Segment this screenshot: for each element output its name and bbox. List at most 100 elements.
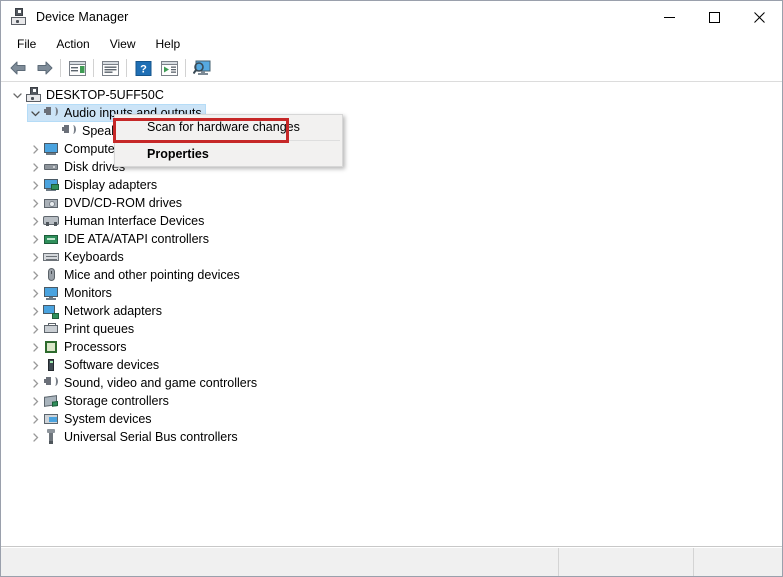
- chevron-right-icon[interactable]: [27, 374, 43, 392]
- status-bar: [1, 547, 782, 576]
- svg-text:?: ?: [140, 63, 147, 75]
- chevron-right-icon[interactable]: [27, 158, 43, 176]
- help-button[interactable]: ?: [130, 56, 156, 80]
- tree-row-label: Network adapters: [64, 304, 162, 318]
- update-driver-button[interactable]: [156, 56, 182, 80]
- tree-row-root[interactable]: DESKTOP-5UFF50C: [1, 86, 782, 104]
- tree-row-storage-controllers[interactable]: Storage controllers: [1, 392, 782, 410]
- monitor-icon: [43, 285, 59, 301]
- tree-row-display-adapters[interactable]: Display adapters: [1, 176, 782, 194]
- tree-row-mice-and-other-pointing-devices[interactable]: Mice and other pointing devices: [1, 266, 782, 284]
- chevron-right-icon[interactable]: [27, 266, 43, 284]
- menu-item-view[interactable]: View: [100, 35, 146, 53]
- window-controls: [647, 1, 782, 33]
- menu-item-action[interactable]: Action: [46, 35, 99, 53]
- title-bar: Device Manager: [1, 1, 782, 33]
- software-device-icon: [43, 357, 59, 373]
- tree-row-label: IDE ATA/ATAPI controllers: [64, 232, 209, 246]
- context-menu-item-properties[interactable]: Properties: [115, 142, 342, 166]
- chevron-right-icon[interactable]: [27, 194, 43, 212]
- forward-button[interactable]: [31, 56, 57, 80]
- tree-row-label: System devices: [64, 412, 152, 426]
- chevron-right-icon[interactable]: [27, 230, 43, 248]
- tree-row-label: Human Interface Devices: [64, 214, 205, 228]
- tree-row-label: Storage controllers: [64, 394, 169, 408]
- tree-row-label: Processors: [64, 340, 127, 354]
- tree-row-keyboards[interactable]: Keyboards: [1, 248, 782, 266]
- show-hidden-devices-button[interactable]: [97, 56, 123, 80]
- tree-row-network-adapters[interactable]: Network adapters: [1, 302, 782, 320]
- chevron-right-icon[interactable]: [27, 320, 43, 338]
- back-button[interactable]: [5, 56, 31, 80]
- chevron-right-icon[interactable]: [27, 302, 43, 320]
- menu-item-help[interactable]: Help: [146, 35, 191, 53]
- menu-item-file[interactable]: File: [7, 35, 46, 53]
- chevron-right-icon[interactable]: [27, 176, 43, 194]
- display-adapter-icon: [43, 177, 59, 193]
- tree-row-label: Mice and other pointing devices: [64, 268, 240, 282]
- chevron-right-icon[interactable]: [27, 284, 43, 302]
- menu-bar: File Action View Help: [1, 33, 782, 55]
- system-device-icon: [43, 411, 59, 427]
- chevron-right-icon[interactable]: [27, 212, 43, 230]
- toolbar-separator: [185, 59, 186, 77]
- monitor-icon: [43, 141, 59, 157]
- network-adapter-icon: [43, 303, 59, 319]
- tree-row-dvd-cd-rom-drives[interactable]: DVD/CD-ROM drives: [1, 194, 782, 212]
- tree-row-software-devices[interactable]: Software devices: [1, 356, 782, 374]
- context-menu-item-scan-for-hardware-changes[interactable]: Scan for hardware changes: [115, 115, 342, 139]
- processor-icon: [43, 339, 59, 355]
- status-panel-1: [1, 548, 559, 576]
- toolbar-separator: [60, 59, 61, 77]
- storage-controller-icon: [43, 393, 59, 409]
- properties-button[interactable]: [64, 56, 90, 80]
- hid-icon: [43, 213, 59, 229]
- tree-row-label: Print queues: [64, 322, 135, 336]
- tree-row-label: Monitors: [64, 286, 112, 300]
- keyboard-icon: [43, 249, 59, 265]
- tree-row-print-queues[interactable]: Print queues: [1, 320, 782, 338]
- tree-row-human-interface-devices[interactable]: Human Interface Devices: [1, 212, 782, 230]
- tree-row-universal-serial-bus-controllers[interactable]: Universal Serial Bus controllers: [1, 428, 782, 446]
- tree-row-system-devices[interactable]: System devices: [1, 410, 782, 428]
- chevron-down-icon[interactable]: [9, 86, 25, 104]
- chevron-right-icon[interactable]: [27, 140, 43, 158]
- maximize-button[interactable]: [692, 1, 737, 33]
- tree-row-label: Universal Serial Bus controllers: [64, 430, 238, 444]
- mouse-icon: [43, 267, 59, 283]
- toolbar-separator: [93, 59, 94, 77]
- ide-controller-icon: [43, 231, 59, 247]
- chevron-right-icon[interactable]: [27, 248, 43, 266]
- speaker-icon: [43, 105, 59, 121]
- tree-leaf-spacer: [45, 122, 61, 140]
- speaker-icon: [61, 123, 77, 139]
- device-tree-panel[interactable]: DESKTOP-5UFF50C Audio inputs and outputs: [1, 82, 782, 547]
- chevron-right-icon[interactable]: [27, 392, 43, 410]
- tree-row-sound-video-and-game-controllers[interactable]: Sound, video and game controllers: [1, 374, 782, 392]
- toolbar: ?: [1, 55, 782, 82]
- tree-row-ide-ata-atapi-controllers[interactable]: IDE ATA/ATAPI controllers: [1, 230, 782, 248]
- chevron-right-icon[interactable]: [27, 356, 43, 374]
- toolbar-separator: [126, 59, 127, 77]
- chevron-right-icon[interactable]: [27, 338, 43, 356]
- tree-row-label: Display adapters: [64, 178, 158, 192]
- chevron-right-icon[interactable]: [27, 428, 43, 446]
- tree-row-label: DESKTOP-5UFF50C: [46, 88, 164, 102]
- tree-row-label: DVD/CD-ROM drives: [64, 196, 183, 210]
- disk-drive-icon: [43, 159, 59, 175]
- context-menu[interactable]: Scan for hardware changes Properties: [114, 114, 343, 167]
- tree-row-processors[interactable]: Processors: [1, 338, 782, 356]
- tree-row-monitors[interactable]: Monitors: [1, 284, 782, 302]
- minimize-button[interactable]: [647, 1, 692, 33]
- device-manager-icon: [10, 8, 28, 26]
- printer-icon: [43, 321, 59, 337]
- chevron-right-icon[interactable]: [27, 410, 43, 428]
- speaker-icon: [43, 375, 59, 391]
- tree-row-label: Software devices: [64, 358, 160, 372]
- device-manager-window: Device Manager File Action View Help ? D…: [0, 0, 783, 577]
- tree-row-label: Keyboards: [64, 250, 124, 264]
- tree-row-label: Computer: [64, 142, 119, 156]
- chevron-down-icon[interactable]: [27, 104, 43, 122]
- close-button[interactable]: [737, 1, 782, 33]
- scan-monitor-button[interactable]: [189, 56, 215, 80]
